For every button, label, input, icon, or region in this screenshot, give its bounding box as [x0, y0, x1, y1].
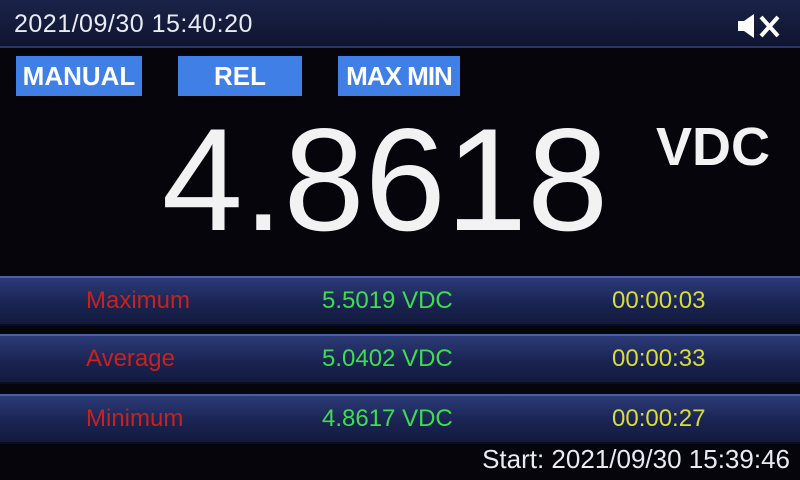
main-reading-unit: VDC [656, 117, 771, 177]
title-bar: 2021/09/30 15:40:20 [0, 0, 800, 48]
maxmin-button[interactable]: MAX MIN [338, 56, 460, 96]
stat-label: Average [86, 345, 175, 372]
stat-value: 4.8617 VDC [322, 405, 453, 432]
stat-label: Minimum [86, 405, 184, 432]
stat-row-maximum: Maximum 5.5019 VDC 00:00:03 [0, 276, 800, 326]
main-reading-value: 4.8618 [161, 98, 609, 261]
stat-value: 5.0402 VDC [322, 345, 453, 372]
stat-time: 00:00:27 [612, 405, 706, 432]
manual-button[interactable]: MANUAL [16, 56, 142, 96]
speaker-muted-icon[interactable] [734, 12, 784, 40]
stat-label: Maximum [86, 287, 191, 314]
rel-button[interactable]: REL [178, 56, 302, 96]
current-datetime: 2021/09/30 15:40:20 [14, 10, 253, 38]
meter-screen: 2021/09/30 15:40:20 MANUAL REL MAX MIN 4… [0, 0, 800, 480]
stat-row-average: Average 5.0402 VDC 00:00:33 [0, 334, 800, 384]
stat-time: 00:00:33 [612, 345, 706, 372]
stat-value: 5.5019 VDC [322, 287, 453, 314]
stat-time: 00:00:03 [612, 287, 706, 314]
start-timestamp: Start: 2021/09/30 15:39:46 [482, 444, 790, 474]
stat-row-minimum: Minimum 4.8617 VDC 00:00:27 [0, 394, 800, 444]
